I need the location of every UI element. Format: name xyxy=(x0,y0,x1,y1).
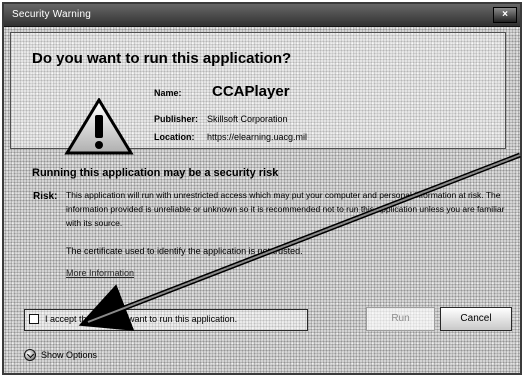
show-options-label[interactable]: Show Options xyxy=(41,350,97,360)
risk-label: Risk: xyxy=(33,191,58,202)
publisher-label: Publisher: xyxy=(154,114,199,124)
accept-risk-checkbox[interactable] xyxy=(29,314,39,324)
warning-icon xyxy=(64,98,134,156)
window-title: Security Warning xyxy=(12,9,91,20)
certificate-warning: The certificate used to identify the app… xyxy=(66,246,303,256)
accept-risk-label[interactable]: I accept the risk and want to run this a… xyxy=(45,314,237,324)
name-label: Name: xyxy=(154,88,182,98)
title-bar: Security Warning × xyxy=(4,4,520,27)
run-button[interactable]: Run xyxy=(366,307,435,331)
risk-header: Running this application may be a securi… xyxy=(32,167,279,179)
close-button[interactable]: × xyxy=(493,7,517,23)
more-information-link[interactable]: More Information xyxy=(66,268,134,278)
publisher-value: Skillsoft Corporation xyxy=(207,114,288,124)
expand-options-icon[interactable] xyxy=(24,349,36,361)
accept-risk-area[interactable]: I accept the risk and want to run this a… xyxy=(24,309,308,331)
location-value: https://elearning.uacg.mil xyxy=(207,132,308,142)
dialog-question: Do you want to run this application? xyxy=(32,50,292,67)
show-options-button[interactable]: Show Options xyxy=(24,346,97,364)
location-label: Location: xyxy=(154,132,195,142)
security-warning-dialog: Security Warning × Do you want to run th… xyxy=(2,2,522,375)
application-name: CCAPlayer xyxy=(212,83,290,100)
cancel-button[interactable]: Cancel xyxy=(440,307,512,331)
screenshot-stage: Security Warning × Do you want to run th… xyxy=(0,0,524,377)
risk-description: This application will run with unrestric… xyxy=(66,190,505,228)
